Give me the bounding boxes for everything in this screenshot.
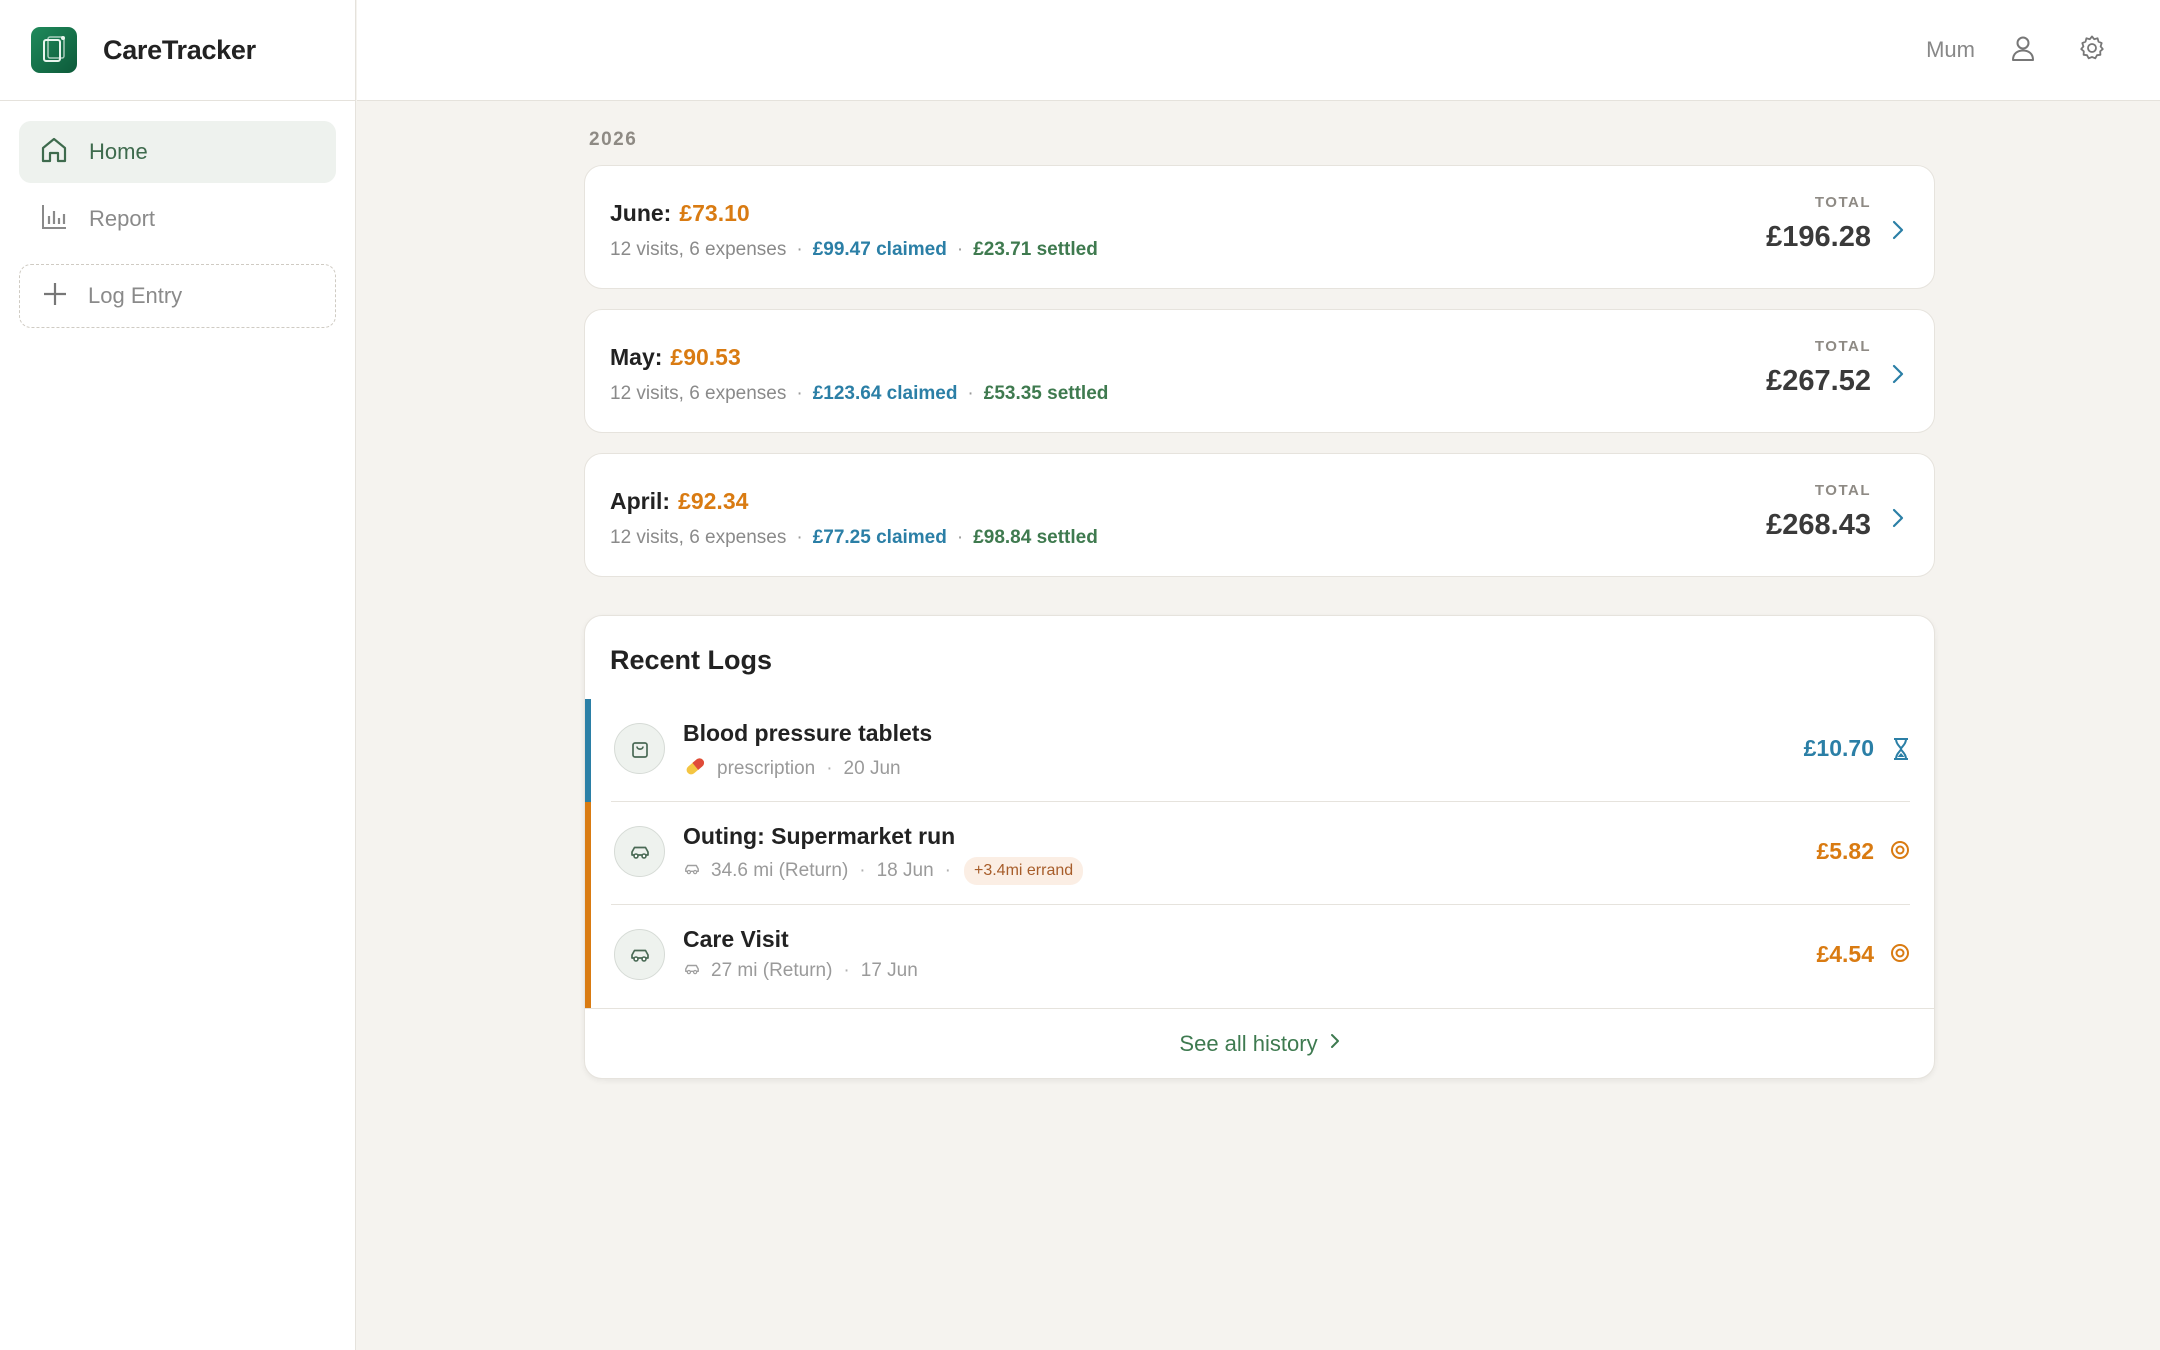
total-label: TOTAL [1814,482,1871,499]
profile-name[interactable]: Mum [1926,37,1975,63]
month-counts: 12 visits, 6 expenses [610,527,787,548]
brand: CareTracker [0,0,355,101]
sidebar-nav: Home Report Log Entry [0,101,355,328]
recent-logs-panel: Recent Logs Blood pressure tablets presc… [584,615,1935,1079]
bar-chart-icon [39,202,69,237]
target-icon [1890,943,1910,968]
app-name: CareTracker [103,34,256,65]
log-title: Care Visit [683,926,789,952]
plus-icon [42,281,68,312]
log-amount: £10.70 [1803,735,1874,761]
hourglass-icon [1892,737,1910,766]
log-category: prescription [717,758,816,779]
log-meta: prescription · 20 Jun [683,754,901,784]
chevron-right-icon [1892,220,1904,245]
car-icon [683,960,701,982]
sidebar-item-report[interactable]: Report [19,188,336,250]
user-icon [2010,34,2036,67]
log-amount: £4.54 [1816,941,1874,967]
month-claimed: £99.47 claimed [812,239,947,260]
sidebar-item-label: Report [89,206,156,231]
car-icon [683,860,701,882]
pill-icon [683,754,707,784]
top-bar: Mum [357,0,2160,101]
log-date: 18 Jun [876,860,934,881]
total-label: TOTAL [1814,338,1871,355]
settings-button[interactable] [2072,30,2112,70]
month-card-june[interactable]: June: £73.10 12 visits, 6 expenses · £99.47… [584,165,1935,289]
log-title: Outing: Supermarket run [683,823,956,849]
month-name: April: [610,488,671,514]
log-date: 17 Jun [860,960,918,981]
log-title: Blood pressure tablets [683,720,933,746]
month-settled: £23.71 settled [973,239,1098,260]
chevron-right-icon [1892,508,1904,533]
log-distance: 27 mi (Return) [711,960,833,981]
month-amount: £90.53 [670,344,741,370]
chevron-right-icon [1330,1033,1340,1054]
log-distance: 34.6 mi (Return) [711,860,849,881]
log-entry-label: Log Entry [88,283,183,308]
month-settled: £98.84 settled [973,527,1098,548]
month-title: May: £90.53 [610,344,1934,371]
shopping-bag-icon [614,723,665,774]
log-row[interactable]: Outing: Supermarket run 34.6 mi (Return)… [585,802,1934,905]
target-icon [1890,840,1910,865]
top-bar-actions: Mum [1926,30,2112,70]
month-summary: 12 visits, 6 expenses · £77.25 claimed · £98… [610,527,1098,548]
month-counts: 12 visits, 6 expenses [610,239,787,260]
log-row[interactable]: Care Visit 27 mi (Return) · 17 Jun £4.54 [585,905,1934,1008]
month-summary: 12 visits, 6 expenses · £123.64 claimed · £5… [610,383,1109,404]
total-value: £268.43 [1766,509,1871,541]
month-amount: £73.10 [679,200,750,226]
profile-button[interactable] [2003,30,2043,70]
month-counts: 12 visits, 6 expenses [610,383,787,404]
chevron-right-icon [1892,364,1904,389]
see-all-label: See all history [1179,1030,1318,1056]
car-icon [614,826,665,877]
month-settled: £53.35 settled [983,383,1109,404]
month-total: TOTAL £267.52 [1766,338,1871,398]
sidebar: CareTracker Home Report Log Entry [0,0,356,1350]
month-total: TOTAL £268.43 [1766,482,1871,542]
month-total: TOTAL £196.28 [1766,194,1871,254]
total-value: £267.52 [1766,365,1871,397]
sidebar-item-label: Home [89,139,148,164]
total-label: TOTAL [1814,194,1871,211]
month-claimed: £123.64 claimed [812,383,958,404]
app-logo-icon [31,27,77,73]
total-value: £196.28 [1766,221,1871,253]
month-claimed: £77.25 claimed [812,527,947,548]
log-row[interactable]: Blood pressure tablets prescription · 20… [585,699,1934,802]
month-summary: 12 visits, 6 expenses · £99.47 claimed · £23… [610,239,1098,260]
month-name: May: [610,344,663,370]
home-icon [39,135,69,170]
month-card-may[interactable]: May: £90.53 12 visits, 6 expenses · £123.64… [584,309,1935,433]
log-meta: 27 mi (Return) · 17 Jun [683,960,918,982]
main-content: 2026 June: £73.10 12 visits, 6 expenses · £… [584,101,1935,1079]
month-title: June: £73.10 [610,200,1934,227]
month-name: June: [610,200,672,226]
log-date: 20 Jun [843,758,901,779]
month-amount: £92.34 [678,488,749,514]
recent-logs-title: Recent Logs [610,645,773,675]
month-title: April: £92.34 [610,488,1934,515]
log-meta: 34.6 mi (Return) · 18 Jun · +3.4mi erran… [683,857,1084,885]
gear-icon [2078,34,2106,67]
errand-badge: +3.4mi errand [963,857,1084,885]
month-card-april[interactable]: April: £92.34 12 visits, 6 expenses · £77.2… [584,453,1935,577]
log-entry-button[interactable]: Log Entry [19,264,336,328]
car-icon [614,929,665,980]
see-all-history-link[interactable]: See all history [585,1008,1934,1078]
year-heading: 2026 [589,129,638,150]
sidebar-item-home[interactable]: Home [19,121,336,183]
log-amount: £5.82 [1816,838,1874,864]
